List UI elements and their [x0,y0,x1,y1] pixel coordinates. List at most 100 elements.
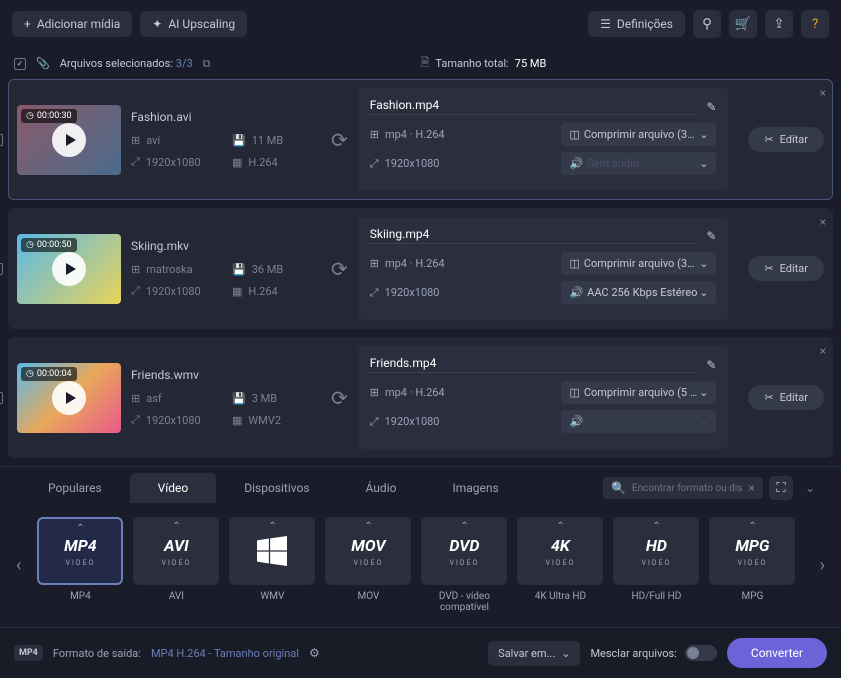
file-checkbox[interactable]: ✓ [0,392,3,404]
file-row[interactable]: ✓ ◷00:00:04 Friends.wmv ⊞asf 💾3 MB ⤢1920… [8,337,833,458]
convert-button[interactable]: Converter [727,638,827,668]
file-thumbnail[interactable]: ◷00:00:04 [17,363,121,433]
tab-video[interactable]: Vídeo [130,473,217,503]
tab-audio[interactable]: Áudio [338,473,425,503]
edit-name-icon[interactable]: ✎ [706,358,716,372]
file-thumbnail[interactable]: ◷00:00:30 [17,105,121,175]
file-row[interactable]: ✓ ◷00:00:50 Skiing.mkv ⊞matroska 💾36 MB … [8,208,833,329]
cart-icon: 🛒 [735,17,752,32]
file-checkbox[interactable]: ✓ [0,263,3,275]
chevron-up-icon: ⌃ [652,521,660,532]
output-format-label: Formato de saída: [53,647,141,660]
menu-icon: ☰ [600,17,611,31]
scroll-left-button[interactable]: ‹ [10,555,27,576]
settings-button[interactable]: ☰ Definições [588,11,685,37]
format-box[interactable]: ⌃ DVDVIDEO [421,517,507,585]
format-code: 4K [551,536,570,555]
format-box[interactable]: ⌃ AVIVIDEO [133,517,219,585]
resolution-meta: ⤢1920x1080 [131,155,220,169]
format-box[interactable]: ⌃ [229,517,315,585]
edit-button[interactable]: ✂Editar [748,256,824,281]
edit-name-icon[interactable]: ✎ [706,229,716,243]
key-button[interactable]: ⚲ [693,10,721,38]
search-input[interactable] [632,483,743,494]
container-meta: ⊞asf [131,392,220,405]
compress-select[interactable]: ◫Comprimir arquivo (36 ...⌄ [561,252,716,275]
help-button[interactable]: ? [801,10,829,38]
format-search[interactable]: 🔍 × [603,477,763,499]
format-sub: VIDEO [354,559,384,567]
scissors-icon: ✂ [764,391,773,404]
compress-icon: ◫ [569,128,579,141]
file-checkbox[interactable]: ✓ [0,134,3,146]
tab-images[interactable]: Imagens [424,473,526,503]
format-card-dvdvdeocompatvel[interactable]: ⌃ DVDVIDEO DVD - vídeo compatível [421,517,507,613]
ai-upscaling-button[interactable]: ✦ AI Upscaling [140,11,247,37]
tab-popular[interactable]: Populares [20,473,130,503]
format-card-wmv[interactable]: ⌃ WMV [229,517,315,613]
format-card-mp4[interactable]: ⌃ MP4 VIDEO MP4 [37,517,123,613]
chevron-down-icon: ⌄ [699,157,708,170]
compress-select[interactable]: ◫Comprimir arquivo (5 MB)⌄ [561,381,716,404]
selection-fraction: 3/3 [176,57,193,70]
cart-button[interactable]: 🛒 [729,10,757,38]
format-card-mov[interactable]: ⌃ MOVVIDEO MOV [325,517,411,613]
chevron-up-icon: ⌃ [748,521,756,532]
format-card-avi[interactable]: ⌃ AVIVIDEO AVI [133,517,219,613]
copy-icon[interactable]: ⧉ [203,57,211,71]
remove-file-button[interactable]: × [820,86,826,100]
chevron-down-icon[interactable]: ⌄ [799,481,821,495]
clock-icon: ◷ [26,369,34,379]
output-format-meta: ⊞mp4 · H.264 [370,381,552,404]
format-box[interactable]: ⌃ HDVIDEO [613,517,699,585]
compress-icon: ◫ [569,386,579,399]
tab-devices[interactable]: Dispositivos [216,473,337,503]
format-card-hdfullhd[interactable]: ⌃ HDVIDEO HD/Full HD [613,517,699,613]
output-resolution-meta: ⤢1920x1080 [370,152,552,175]
format-sub: VIDEO [66,559,96,567]
expand-icon: ⛶ [776,481,785,496]
remove-file-button[interactable]: × [820,215,826,229]
edit-name-icon[interactable]: ✎ [706,100,716,114]
format-box[interactable]: ⌃ MP4 VIDEO [37,517,123,585]
share-button[interactable]: ⇪ [765,10,793,38]
audio-select[interactable]: 🔊AAC 256 Kbps Estéreo⌄ [561,281,716,304]
output-filename[interactable]: Skiing.mp4 [370,227,699,244]
format-box[interactable]: ⌃ MPGVIDEO [709,517,795,585]
save-location-select[interactable]: Salvar em... ⌄ [488,641,580,666]
file-row[interactable]: ✓ ◷00:00:30 Fashion.avi ⊞avi 💾11 MB ⤢192… [8,79,833,200]
plus-icon: + [24,17,31,31]
source-info: Fashion.avi ⊞avi 💾11 MB ⤢1920x1080 ▦H.26… [131,110,321,169]
audio-select[interactable]: 🔊⌄ [561,410,716,433]
output-filename[interactable]: Friends.mp4 [370,356,699,373]
format-code: MP4 [64,536,97,555]
clear-search-icon[interactable]: × [749,481,755,495]
scroll-right-button[interactable]: › [814,555,831,576]
edit-button[interactable]: ✂Editar [748,385,824,410]
format-card-4kultrahd[interactable]: ⌃ 4KVIDEO 4K Ultra HD [517,517,603,613]
format-card-mpg[interactable]: ⌃ MPGVIDEO MPG [709,517,795,613]
file-icon: 🗎 [421,54,430,73]
compress-select[interactable]: ◫Comprimir arquivo (33 ...⌄ [561,123,716,146]
selection-label: Arquivos selecionados: [60,57,173,70]
duration-text: 00:00:50 [37,240,72,250]
add-media-button[interactable]: + Adicionar mídia [12,11,132,37]
resize-icon: ⤢ [131,284,140,298]
format-box[interactable]: ⌃ MOVVIDEO [325,517,411,585]
gear-icon[interactable]: ⚙ [309,646,320,660]
play-button[interactable] [52,252,86,286]
edit-button[interactable]: ✂Editar [748,127,824,152]
chevron-down-icon: ⌄ [699,286,708,299]
bottom-bar: MP4 Formato de saída: MP4 H.264 - Tamanh… [0,627,841,678]
format-box[interactable]: ⌃ 4KVIDEO [517,517,603,585]
play-button[interactable] [52,123,86,157]
select-all-checkbox[interactable]: ✓ [14,58,26,70]
play-button[interactable] [52,381,86,415]
output-filename[interactable]: Fashion.mp4 [370,98,699,115]
expand-formats-button[interactable]: ⛶ [769,476,793,500]
audio-select[interactable]: 🔊Sem áudio⌄ [561,152,716,175]
file-thumbnail[interactable]: ◷00:00:50 [17,234,121,304]
merge-switch[interactable] [685,645,717,661]
remove-file-button[interactable]: × [820,344,826,358]
chevron-up-icon: ⌃ [76,523,84,534]
